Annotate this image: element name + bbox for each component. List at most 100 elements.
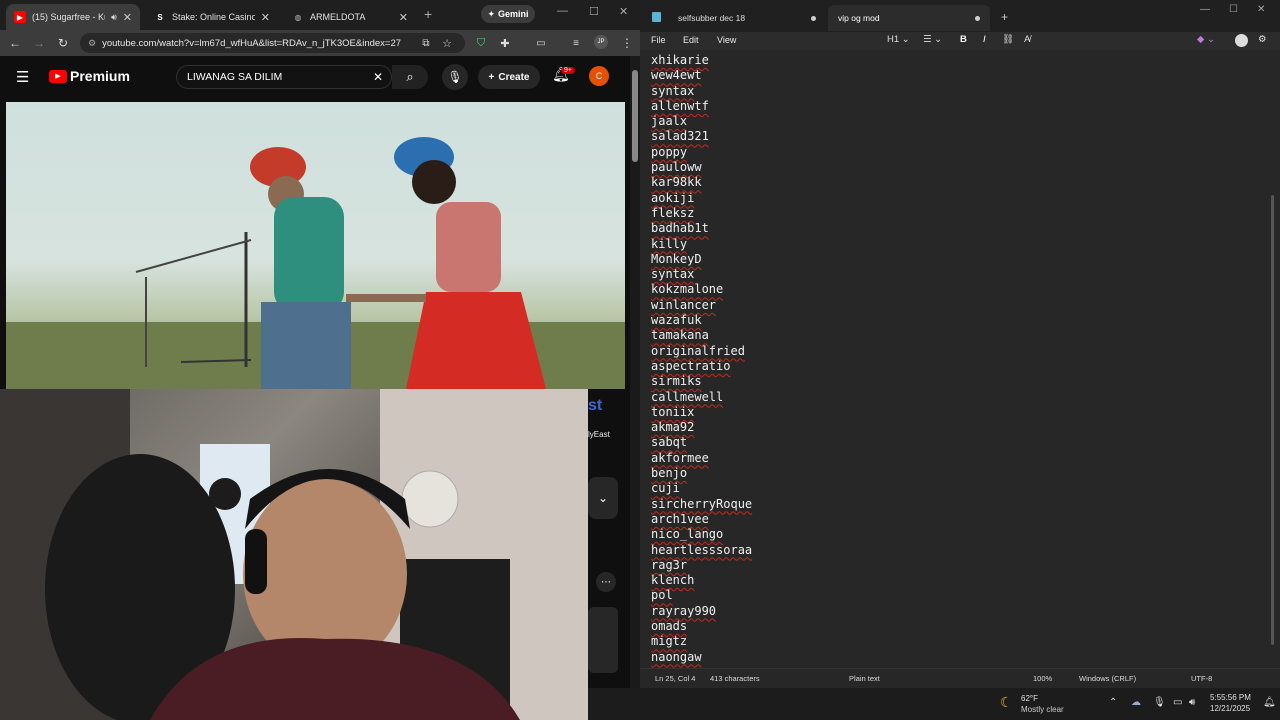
close-tab-icon[interactable]: ✕ xyxy=(261,11,270,24)
browser-tab-armeldota[interactable]: ◍ ARMELDOTA ✕ xyxy=(284,4,416,30)
line-text: sabqt xyxy=(651,435,688,450)
line-text: aokiji xyxy=(651,190,695,205)
line-text: rag3r xyxy=(651,557,688,572)
youtube-icon: ▶ xyxy=(14,11,26,23)
text-line: xhikarie xyxy=(651,53,1251,68)
clock-date[interactable]: 12/21/2025 xyxy=(1210,704,1250,713)
line-text: originalfried xyxy=(651,343,745,358)
menu-file[interactable]: File xyxy=(651,35,666,45)
copilot-icon[interactable]: ◆ ⌄ xyxy=(1197,34,1215,45)
weather-temp[interactable]: 62°F xyxy=(1021,694,1038,703)
line-text: badhab1t xyxy=(651,221,709,236)
menu-edit[interactable]: Edit xyxy=(683,35,699,45)
settings-gear-icon[interactable]: ⚙ xyxy=(1258,34,1267,45)
browser-toolbar: ← → ↻ ⚙ youtube.com/watch?v=lm67d_wfHuA&… xyxy=(0,30,640,56)
search-button[interactable]: ⌕ xyxy=(392,65,428,89)
channel-avatar[interactable]: C xyxy=(589,66,609,86)
site-info-icon[interactable]: ⚙ xyxy=(88,38,96,49)
unsaved-dot-icon xyxy=(811,15,816,21)
line-text: pauloww xyxy=(651,160,702,175)
speaker-icon[interactable]: 🔊︎ xyxy=(111,12,117,23)
scrollbar-thumb[interactable] xyxy=(632,70,638,162)
line-ending[interactable]: Windows (CRLF) xyxy=(1079,674,1136,683)
menu-view[interactable]: View xyxy=(717,35,736,45)
editor-scrollbar[interactable] xyxy=(1271,195,1274,645)
reload-icon[interactable]: ↻ xyxy=(54,34,72,52)
video-player[interactable] xyxy=(6,102,625,389)
maximize-icon[interactable]: ☐ xyxy=(589,5,599,18)
video-frame-illustration xyxy=(6,137,625,389)
install-icon[interactable]: ⧉ xyxy=(417,34,435,52)
clock-time[interactable]: 5:55:56 PM xyxy=(1210,693,1251,702)
profile-avatar[interactable]: JP xyxy=(594,35,608,49)
close-tab-icon[interactable]: ✕ xyxy=(123,11,132,24)
clear-search-icon[interactable]: ✕ xyxy=(373,70,383,84)
weather-condition[interactable]: Mostly clear xyxy=(1021,705,1064,714)
address-bar[interactable]: ⚙ youtube.com/watch?v=lm67d_wfHuA&list=R… xyxy=(80,33,465,53)
back-icon[interactable]: ← xyxy=(6,34,24,52)
text-line: akma92 xyxy=(651,420,1251,435)
network-tray-icon[interactable]: ☁ xyxy=(1131,697,1141,708)
shield-extension-icon[interactable]: ⛉ xyxy=(472,34,490,52)
close-tab-icon[interactable]: ✕ xyxy=(399,11,408,24)
close-window-icon[interactable]: ✕ xyxy=(1257,4,1265,15)
minimize-icon[interactable]: — xyxy=(557,5,568,17)
browser-tab-youtube[interactable]: ▶ (15) Sugarfree - Kung 🔊︎ ✕ xyxy=(6,4,140,30)
weather-moon-icon[interactable]: ☾ xyxy=(1000,694,1013,711)
notification-bell-icon[interactable]: 🔔︎ xyxy=(1263,697,1276,708)
line-text: rayray990 xyxy=(651,603,717,618)
gemini-button[interactable]: ✦ Gemini xyxy=(481,5,535,23)
youtube-logo[interactable]: ▶ Premium xyxy=(49,68,130,84)
line-text: killy xyxy=(651,236,688,251)
browser-tab-stake[interactable]: S Stake: Online Casino & Sp ✕ xyxy=(146,4,278,30)
minimize-icon[interactable]: — xyxy=(1200,4,1210,15)
sparkle-icon: ✦ xyxy=(487,8,496,19)
maximize-icon[interactable]: ☐ xyxy=(1229,4,1238,15)
line-text: syntax xyxy=(651,83,695,98)
line-text: sircherryRoque xyxy=(651,496,753,511)
search-input[interactable]: LIWANAG SA DILIM ✕ xyxy=(176,65,392,89)
more-menu-icon[interactable]: ⋮ xyxy=(618,34,636,52)
notepad-tab-vip-og-mod[interactable]: vip og mod xyxy=(828,5,990,31)
sidebar-card[interactable] xyxy=(588,607,618,673)
notepad-tab-selfsubber[interactable]: selfsubber dec 18 xyxy=(668,5,826,31)
line-text: cuji xyxy=(651,481,680,496)
create-button[interactable]: + Create xyxy=(478,65,540,89)
cast-icon[interactable]: ▭ xyxy=(532,34,550,52)
more-options-icon[interactable]: ⋯ xyxy=(596,572,616,592)
bold-icon[interactable]: B xyxy=(960,34,967,45)
voice-search-button[interactable]: 🎙︎ xyxy=(442,64,468,90)
heading-select[interactable]: H1 ⌄ xyxy=(887,34,910,45)
line-text: naongaw xyxy=(651,649,702,664)
encoding[interactable]: UTF-8 xyxy=(1191,674,1212,683)
extensions-icon[interactable]: ✚ xyxy=(496,34,514,52)
expand-chevron-button[interactable]: ⌄ xyxy=(588,477,618,519)
microphone-tray-icon[interactable]: 🎙︎ xyxy=(1153,697,1166,708)
text-line: toniix xyxy=(651,405,1251,420)
bookmark-star-icon[interactable]: ☆ xyxy=(438,34,456,52)
new-tab-button[interactable]: + xyxy=(424,6,432,22)
volume-tray-icon[interactable]: 🔊︎ xyxy=(1189,697,1195,708)
forward-icon[interactable]: → xyxy=(30,34,48,52)
editor-text-area[interactable]: xhikarie wew4ewt syntax allenwtf jaalx salad3… xyxy=(651,53,1251,665)
chevron-down-icon: ⌄ xyxy=(901,34,910,45)
display-tray-icon[interactable]: ▭ xyxy=(1173,697,1182,708)
text-line: badhab1t xyxy=(651,221,1251,236)
italic-icon[interactable]: I xyxy=(983,34,986,45)
format-mode[interactable]: Plain text xyxy=(849,674,880,683)
chevron-up-icon[interactable]: ⌃ xyxy=(1109,697,1117,708)
account-icon[interactable] xyxy=(1235,34,1248,47)
clear-format-icon[interactable]: A̸ xyxy=(1024,34,1030,45)
close-window-icon[interactable]: ✕ xyxy=(619,5,628,18)
line-text: toniix xyxy=(651,404,695,419)
media-control-icon[interactable]: ≡ xyxy=(567,34,585,52)
new-tab-button[interactable]: + xyxy=(1001,10,1008,24)
watermark-text: lyEast xyxy=(588,430,610,439)
link-icon[interactable]: ⛓︎ xyxy=(1002,34,1014,45)
text-line: migtz xyxy=(651,634,1251,649)
zoom-level[interactable]: 100% xyxy=(1033,674,1052,683)
unsaved-dot-icon xyxy=(975,15,980,21)
line-text: kokzmalone xyxy=(651,282,724,297)
hamburger-menu-icon[interactable]: ☰ xyxy=(16,68,29,86)
list-format-icon[interactable]: ☰ ⌄ xyxy=(923,34,942,45)
